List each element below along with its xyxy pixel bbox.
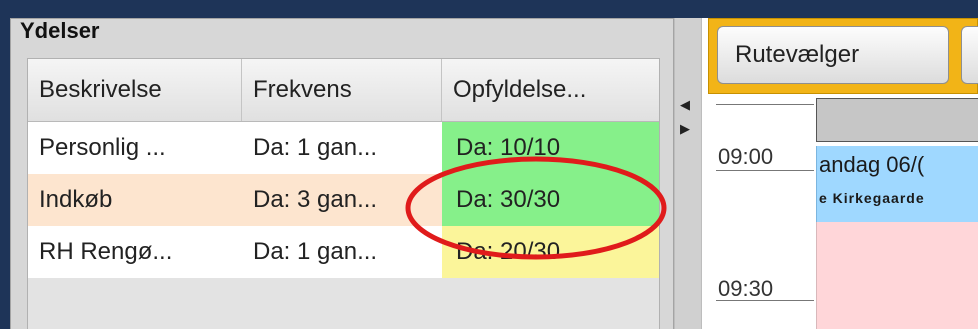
cell-beskrivelse: Personlig ... [39, 134, 166, 161]
time-label: 09:30 [718, 276, 774, 301]
cell-beskrivelse: RH Rengø... [39, 238, 173, 265]
column-header-frekvens[interactable]: Frekvens [242, 59, 442, 121]
cell-frekvens: Da: 3 gan... [253, 186, 378, 213]
panel-splitter[interactable]: ◀ ▶ [674, 18, 702, 329]
cell-opfyldelse: Da: 10/10 [442, 122, 659, 174]
calendar-event[interactable]: andag 06/( e Kirkegaarde [816, 146, 978, 222]
column-header-opfyldelse[interactable]: Opfyldelse... [442, 59, 659, 121]
collapse-left-icon[interactable]: ◀ [680, 98, 690, 111]
cell-frekvens: Da: 1 gan... [253, 134, 378, 161]
calendar-slot-pink[interactable] [816, 222, 978, 329]
cell-opfyldelse: Da: 30/30 [442, 174, 659, 226]
event-title: andag 06/( [819, 152, 925, 177]
ydelser-table: Beskrivelse Frekvens Opfyldelse... Perso… [27, 58, 660, 329]
cell-beskrivelse: Indkøb [39, 186, 113, 213]
hour-line [716, 170, 814, 171]
half-hour-line [716, 300, 814, 301]
toolbar-button[interactable]: ( [961, 26, 978, 84]
hour-line [716, 104, 814, 105]
expand-right-icon[interactable]: ▶ [680, 122, 690, 135]
rutevaelger-button[interactable]: Rutevælger [717, 26, 949, 84]
time-label: 09:00 [718, 144, 774, 169]
cell-frekvens: Da: 1 gan... [253, 238, 378, 265]
ydelser-title: Ydelser [20, 18, 100, 43]
calendar-toolbar: Rutevælger ( [708, 18, 978, 94]
calendar-day-area[interactable]: andag 06/( e Kirkegaarde [816, 94, 978, 329]
calendar-panel: Rutevælger ( 09:00 09:30 andag 06/( e Ki… [702, 18, 978, 329]
event-subtitle: e Kirkegaarde [819, 190, 925, 206]
cell-opfyldelse: Da: 20/30 [442, 226, 659, 278]
time-column: 09:00 09:30 [702, 94, 814, 329]
table-header: Beskrivelse Frekvens Opfyldelse... [28, 59, 659, 122]
column-header-beskrivelse[interactable]: Beskrivelse [28, 59, 242, 121]
day-header[interactable] [816, 98, 978, 142]
